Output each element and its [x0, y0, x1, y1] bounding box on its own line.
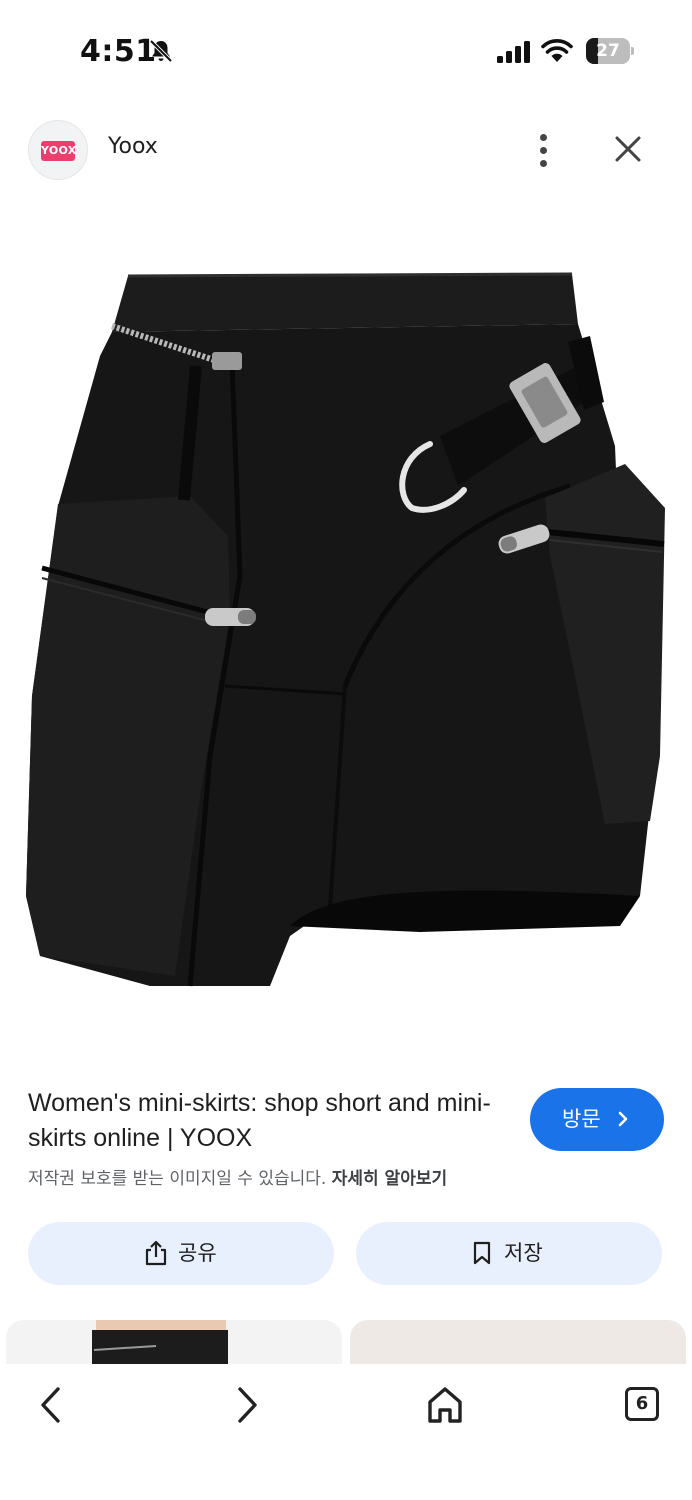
save-label: 저장 [504, 1241, 543, 1265]
wifi-icon [541, 39, 573, 62]
site-name[interactable]: Yoox [108, 134, 158, 159]
status-bar: 4:51 27 [0, 0, 692, 100]
share-label: 공유 [178, 1241, 217, 1265]
save-button[interactable]: 저장 [356, 1222, 662, 1285]
related-images [0, 1320, 692, 1364]
site-logo[interactable]: YOOX [28, 120, 88, 180]
bottom-navigation: 6 [0, 1364, 692, 1500]
bell-off-icon [149, 39, 173, 63]
more-options-button[interactable] [526, 126, 562, 174]
copyright-notice: 저작권 보호를 받는 이미지일 수 있습니다. 자세히 알아보기 [28, 1164, 447, 1189]
status-time: 4:51 [80, 34, 157, 69]
battery-level: 27 [596, 41, 620, 61]
related-image-thumbnail[interactable] [6, 1320, 342, 1364]
yoox-logo-icon: YOOX [41, 141, 76, 161]
source-header: YOOX Yoox [0, 110, 692, 190]
more-vertical-icon-dot [540, 160, 547, 167]
back-icon[interactable] [26, 1380, 76, 1430]
action-buttons: 공유 저장 [0, 1222, 692, 1286]
battery-body: 27 [586, 38, 630, 64]
related-image-thumbnail[interactable] [350, 1320, 686, 1364]
visit-label: 방문 [562, 1107, 601, 1131]
more-vertical-icon [540, 134, 547, 141]
tabs-button[interactable]: 6 [618, 1380, 668, 1430]
learn-more-link[interactable]: 자세히 알아보기 [332, 1169, 447, 1189]
bookmark-icon [473, 1241, 491, 1265]
forward-icon[interactable] [222, 1380, 272, 1430]
related-image-thumbnail-art [92, 1320, 228, 1364]
chevron-right-icon [618, 1111, 628, 1127]
result-title[interactable]: Women's mini-skirts: shop short and mini… [28, 1086, 508, 1156]
share-button[interactable]: 공유 [28, 1222, 334, 1285]
visit-button[interactable]: 방문 [530, 1088, 664, 1151]
cellular-signal-icon [497, 41, 530, 63]
home-icon[interactable] [420, 1380, 470, 1430]
copyright-text: 저작권 보호를 받는 이미지일 수 있습니다. [28, 1169, 327, 1189]
skirt-illustration [26, 272, 665, 987]
battery-tip [631, 47, 634, 55]
tabs-count: 6 [625, 1387, 659, 1421]
close-icon[interactable] [604, 130, 652, 170]
share-icon [145, 1240, 167, 1266]
more-vertical-icon-dot [540, 147, 547, 154]
product-image[interactable] [0, 196, 692, 1068]
result-info: Women's mini-skirts: shop short and mini… [0, 1068, 692, 1218]
battery-icon: 27 [586, 38, 634, 64]
